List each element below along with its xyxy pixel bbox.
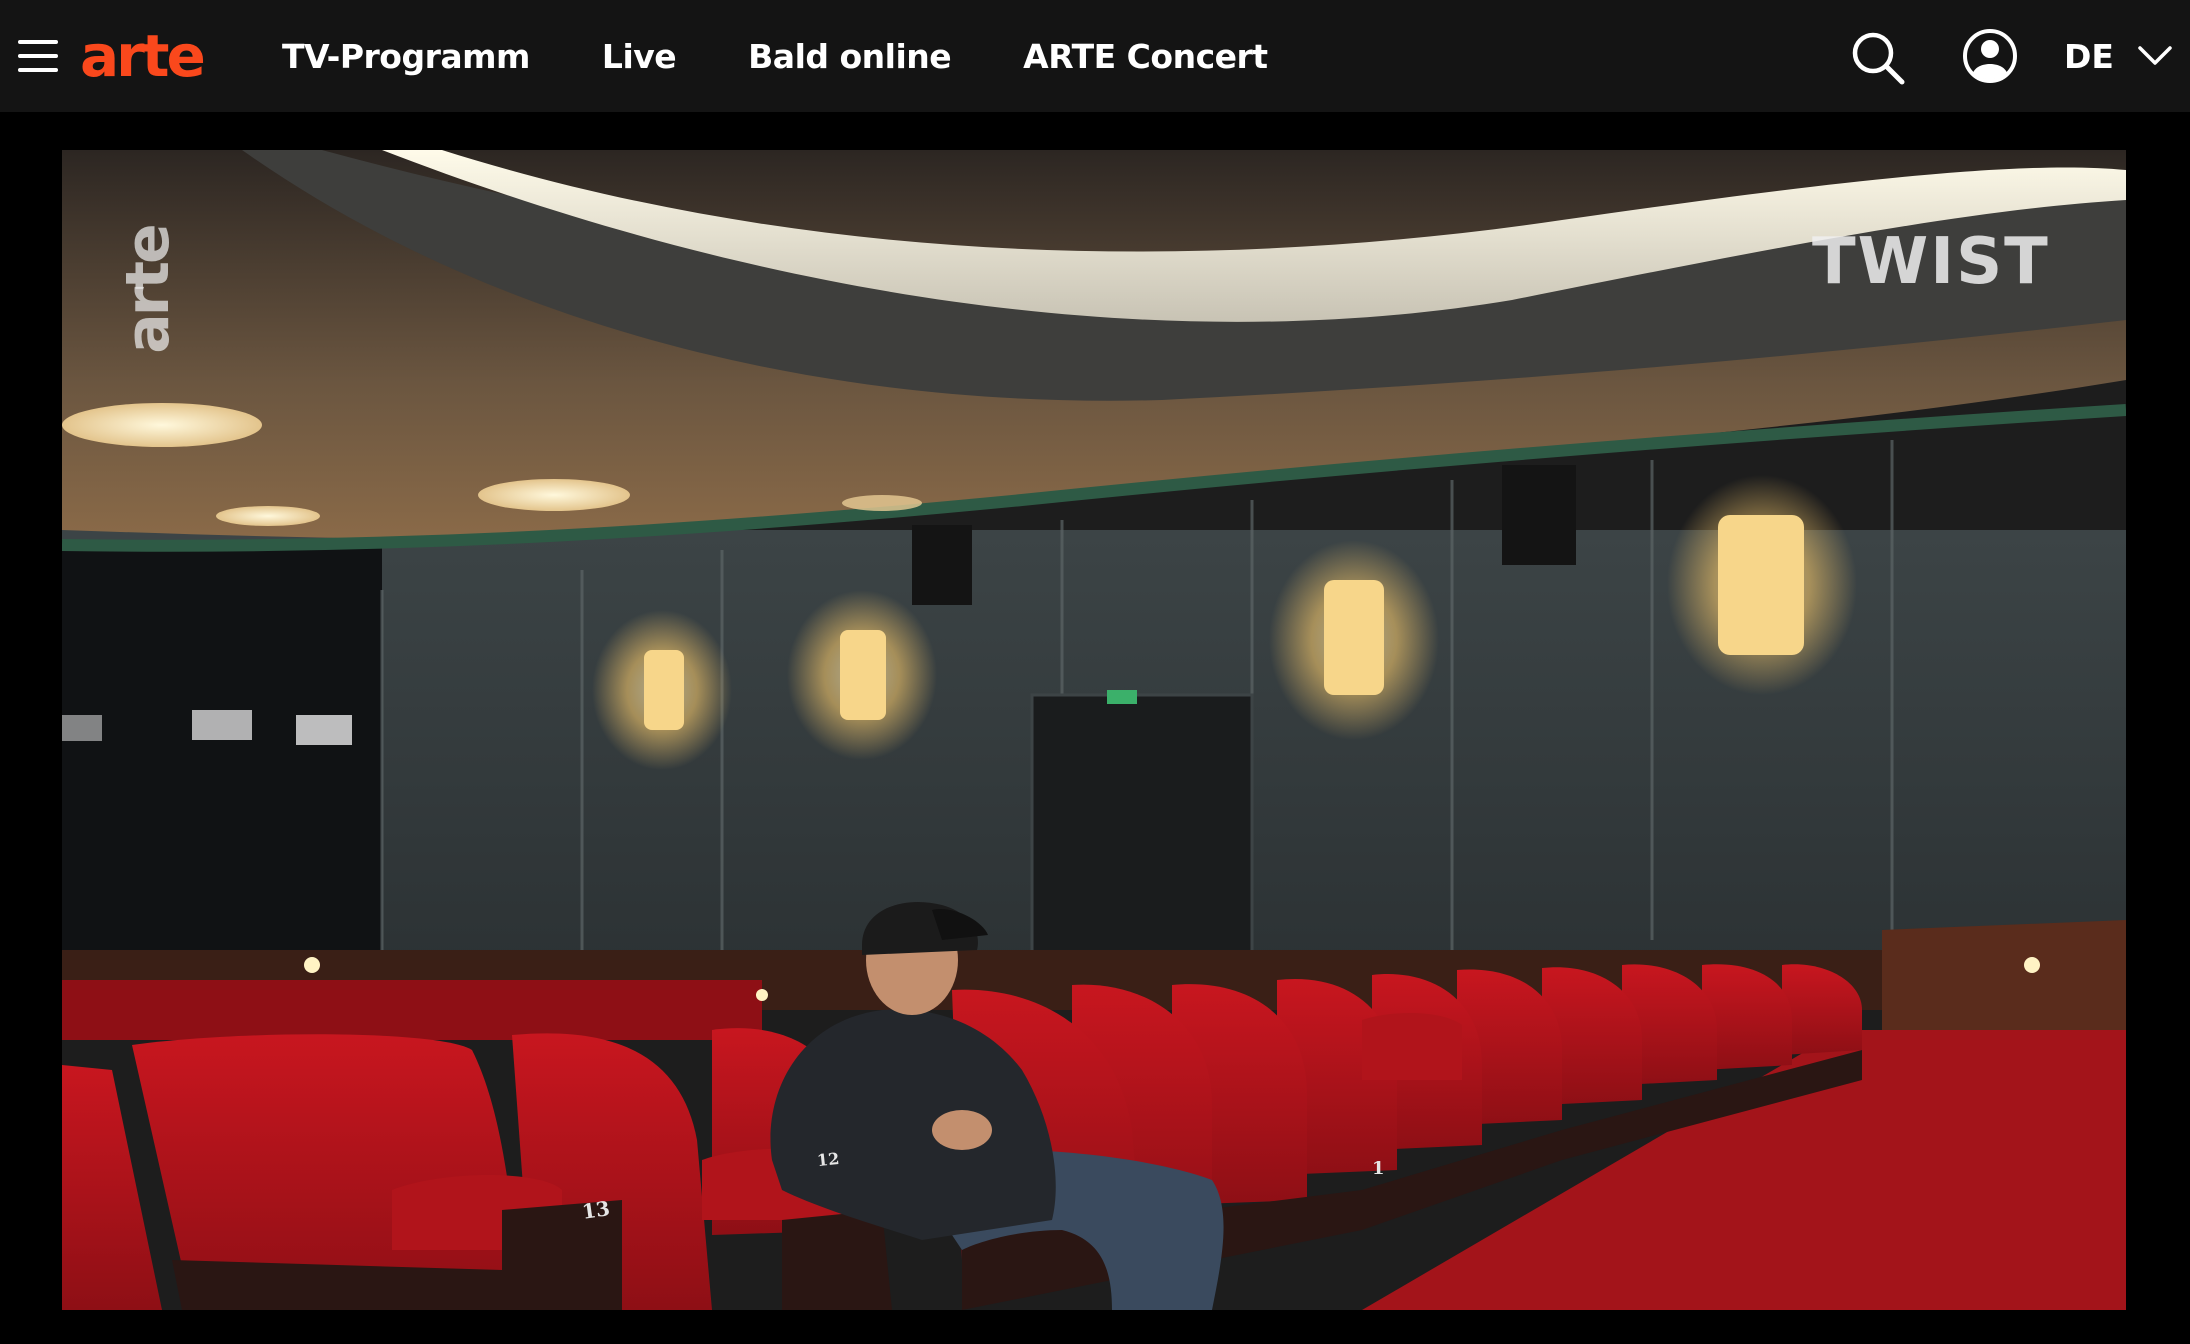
arte-logo[interactable]: arte bbox=[80, 26, 206, 86]
language-label: DE bbox=[2064, 36, 2114, 76]
video-player[interactable]: arte TWIST 13 12 1 bbox=[62, 150, 2126, 1310]
main-nav: TV-Programm Live Bald online ARTE Concer… bbox=[282, 0, 1268, 112]
hamburger-menu-icon[interactable] bbox=[18, 40, 58, 72]
twist-show-watermark: TWIST bbox=[1812, 225, 2050, 299]
seat-number-label: 1 bbox=[1372, 1158, 1385, 1179]
search-icon[interactable] bbox=[1850, 30, 1906, 86]
seat-number-label: 13 bbox=[580, 1196, 612, 1224]
nav-item-live[interactable]: Live bbox=[602, 37, 677, 76]
nav-item-bald-online[interactable]: Bald online bbox=[748, 37, 952, 76]
chevron-down-icon bbox=[2138, 46, 2172, 65]
nav-item-arte-concert[interactable]: ARTE Concert bbox=[1023, 37, 1268, 76]
seat-number-label: 12 bbox=[816, 1148, 841, 1171]
user-account-icon[interactable] bbox=[1962, 28, 2018, 84]
arte-watermark: arte bbox=[110, 195, 190, 395]
top-navigation-bar: arte TV-Programm Live Bald online ARTE C… bbox=[0, 0, 2190, 112]
nav-item-tv-programm[interactable]: TV-Programm bbox=[282, 37, 530, 76]
video-frame-cinema-scene bbox=[62, 150, 2126, 1310]
arte-watermark-text: arte bbox=[113, 226, 183, 354]
language-selector[interactable]: DE bbox=[2064, 28, 2172, 84]
